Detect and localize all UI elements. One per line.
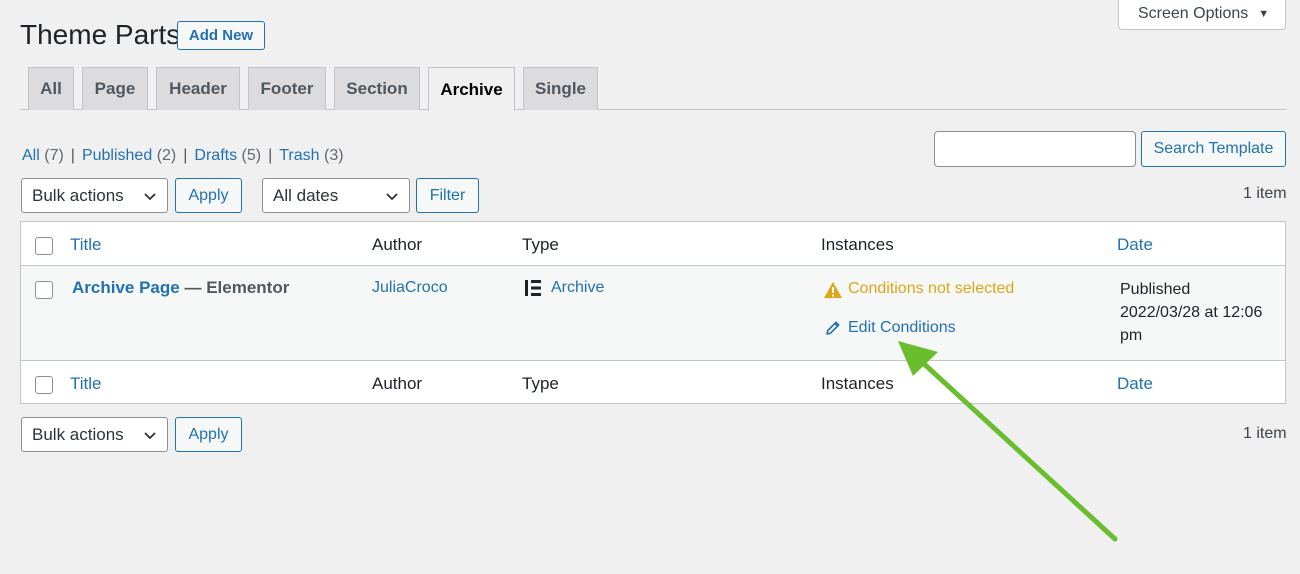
row-title-suffix: — Elementor (184, 278, 290, 297)
tab-section[interactable]: Section (334, 67, 420, 110)
search-template-button[interactable]: Search Template (1141, 131, 1286, 167)
items-count-top: 1 item (1243, 185, 1287, 202)
dates-value: All dates (273, 185, 339, 205)
dates-select[interactable]: All dates (262, 178, 410, 213)
apply-button-bottom[interactable]: Apply (175, 417, 242, 452)
view-published-link[interactable]: Published (82, 147, 152, 164)
column-author-footer: Author (372, 374, 423, 393)
row-type-link[interactable]: Archive (551, 279, 604, 297)
sort-title-link-footer[interactable]: Title (70, 374, 102, 394)
template-type-tabs: All Page Header Footer Section Archive S… (0, 67, 1286, 111)
column-type-footer: Type (522, 374, 559, 393)
view-all-link[interactable]: All (22, 147, 40, 164)
column-author: Author (372, 235, 423, 254)
apply-button-top[interactable]: Apply (175, 178, 242, 213)
row-title-link[interactable]: Archive Page (72, 278, 180, 297)
view-trash-count: (3) (324, 147, 344, 164)
screen-options-button[interactable]: Screen Options ▼ (1118, 0, 1286, 30)
items-count-bottom: 1 item (1243, 425, 1287, 442)
elementor-icon (525, 280, 541, 296)
filter-button[interactable]: Filter (416, 178, 479, 213)
tab-footer[interactable]: Footer (248, 67, 326, 110)
sort-title-link[interactable]: Title (70, 235, 102, 255)
page-title: Theme Parts (20, 19, 181, 50)
row-checkbox[interactable] (35, 281, 53, 299)
view-separator: | (268, 147, 273, 164)
date-line-1: 2022/03/28 at 12:06 (1120, 304, 1263, 321)
view-drafts-count: (5) (241, 147, 262, 164)
chevron-down-icon (144, 432, 156, 440)
view-drafts-link[interactable]: Drafts (194, 147, 237, 164)
column-instances: Instances (821, 235, 894, 254)
screen-options-label: Screen Options (1138, 5, 1249, 22)
search-input[interactable] (934, 131, 1136, 167)
chevron-down-icon (144, 193, 156, 201)
row-author-link[interactable]: JuliaCroco (372, 279, 448, 297)
view-separator: | (183, 147, 188, 164)
tab-all[interactable]: All (28, 67, 74, 110)
add-new-button[interactable]: Add New (177, 21, 265, 50)
warning-icon (824, 282, 842, 298)
date-line-2: pm (1120, 327, 1143, 344)
edit-conditions-link[interactable]: Edit Conditions (848, 319, 956, 337)
tab-header[interactable]: Header (156, 67, 240, 110)
templates-table: Title Author Type Instances Date Archive… (20, 221, 1286, 404)
bulk-actions-select-bottom[interactable]: Bulk actions (21, 417, 168, 452)
column-instances-footer: Instances (821, 374, 894, 393)
table-footer-row: Title Author Type Instances Date (21, 360, 1285, 404)
tab-page[interactable]: Page (82, 67, 148, 110)
post-status-filters: All (7) | Published (2) | Drafts (5) | T… (22, 147, 344, 165)
sort-date-link[interactable]: Date (1117, 235, 1153, 255)
row-date: Published 2022/03/28 at 12:06 pm (1120, 278, 1262, 347)
view-separator: | (70, 147, 75, 164)
bulk-actions-value: Bulk actions (32, 424, 124, 444)
bulk-actions-value: Bulk actions (32, 185, 124, 205)
tab-single[interactable]: Single (523, 67, 598, 110)
table-header-row: Title Author Type Instances Date (21, 222, 1285, 266)
caret-down-icon: ▼ (1258, 8, 1270, 20)
table-row: Archive Page — Elementor JuliaCroco Arch… (21, 266, 1285, 360)
sort-date-link-footer[interactable]: Date (1117, 374, 1153, 394)
select-all-checkbox[interactable] (35, 237, 53, 255)
chevron-down-icon (386, 193, 398, 201)
conditions-warning-text: Conditions not selected (848, 280, 1015, 297)
view-all-count: (7) (44, 147, 64, 164)
date-status: Published (1120, 281, 1191, 298)
select-all-checkbox-footer[interactable] (35, 376, 53, 394)
bulk-actions-select-top[interactable]: Bulk actions (21, 178, 168, 213)
view-trash-link[interactable]: Trash (279, 147, 319, 164)
view-published-count: (2) (156, 147, 177, 164)
column-type: Type (522, 235, 559, 254)
tab-archive[interactable]: Archive (428, 67, 515, 111)
pencil-icon (826, 321, 840, 335)
